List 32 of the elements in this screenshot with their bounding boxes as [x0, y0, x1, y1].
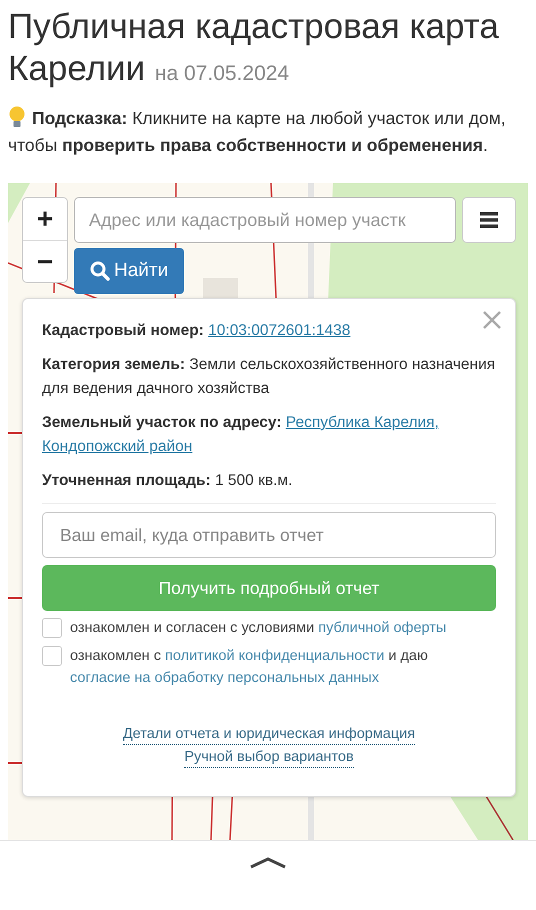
consent-text: ознакомлен и согласен с условиями публичной оферты: [70, 619, 446, 638]
consent-link[interactable]: публичной оферты: [318, 620, 446, 636]
consent-checkbox[interactable]: [42, 618, 62, 638]
close-icon: [483, 311, 501, 329]
footer-link[interactable]: Ручной выбор вариантов: [184, 748, 354, 768]
info-link[interactable]: Республика Карелия,: [286, 414, 439, 431]
search-icon: [90, 261, 110, 281]
zoom-out-button[interactable]: −: [23, 240, 67, 282]
info-field: Земельный участок по адресу: Республика Карелия, Кондопожский район: [42, 411, 496, 459]
lightbulb-icon: [8, 106, 26, 128]
footer-link[interactable]: Детали отчета и юридическая информация: [122, 725, 416, 745]
info-field: Категория земель: Земли сельскохозяйственного назначения для ведения дачного хозяйства: [42, 353, 496, 401]
info-link[interactable]: 10:03:0072601:1438: [208, 322, 350, 339]
consent-link[interactable]: политикой конфиденциальности: [165, 648, 384, 664]
info-link[interactable]: Кондопожский район: [42, 438, 192, 455]
report-button[interactable]: Получить подробный отчет: [42, 565, 496, 611]
email-field[interactable]: Ваш email, куда отправить отчет: [42, 512, 496, 558]
search-button[interactable]: Найти: [74, 248, 184, 294]
menu-button[interactable]: [462, 197, 516, 243]
date-label: на 07.05.2024: [154, 62, 290, 85]
hint-text: Подсказка: Кликните на карте на любой участок или дом, чтобы проверить права собственности и обременения.: [8, 105, 507, 157]
info-field: Кадастровый номер: 10:03:0072601:1438: [42, 319, 496, 343]
chevron-up-icon[interactable]: [250, 857, 286, 869]
info-field: Уточненная площадь: 1 500 кв.м.: [42, 469, 496, 493]
zoom-in-button[interactable]: +: [23, 198, 67, 240]
menu-icon: [480, 212, 498, 228]
consent-checkbox[interactable]: [42, 646, 62, 666]
consent-link[interactable]: согласие на обработку персональных данных: [70, 670, 379, 686]
search-field[interactable]: Адрес или кадастровый номер участк: [74, 197, 456, 243]
page-title: Публичная кадастровая карта Карелии на 07.05.2024: [8, 6, 500, 90]
close-button[interactable]: [483, 311, 501, 329]
consent-text: ознакомлен с политикой конфиденциальности и даю согласие на обработку персональных данных: [70, 647, 429, 688]
